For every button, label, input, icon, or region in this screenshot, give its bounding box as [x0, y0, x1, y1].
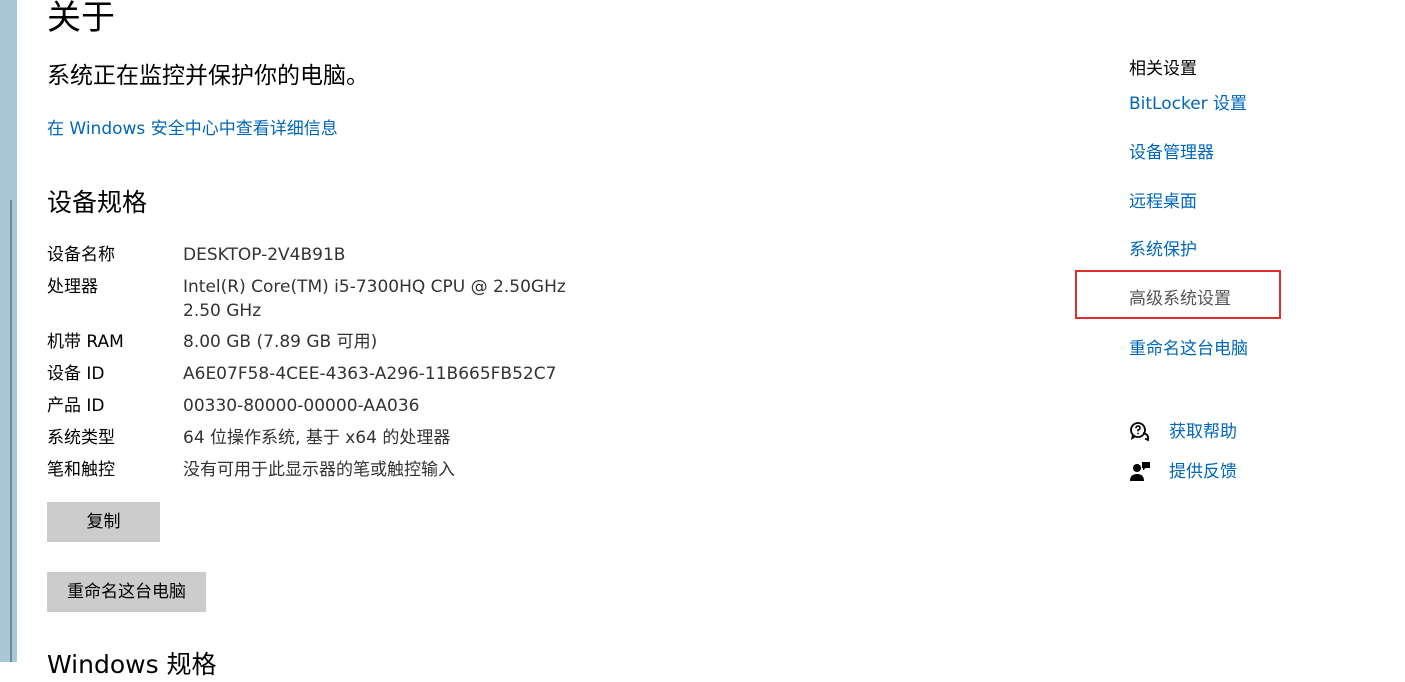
spec-label: 产品 ID: [47, 396, 105, 416]
related-settings-title: 相关设置: [1129, 59, 1197, 79]
spec-label: 系统类型: [47, 428, 115, 448]
person-feedback-icon: [1130, 462, 1150, 481]
system-protection-link[interactable]: 系统保护: [1129, 238, 1197, 262]
spec-value: A6E07F58-4CEE-4363-A296-11B665FB52C7: [183, 364, 557, 384]
scrollbar[interactable]: [10, 200, 12, 662]
spec-value: 64 位操作系统, 基于 x64 的处理器: [183, 428, 451, 448]
chat-help-icon: [1130, 422, 1150, 442]
spec-value: Intel(R) Core(TM) i5-7300HQ CPU @ 2.50GH…: [183, 277, 566, 321]
spec-value: 00330-80000-00000-AA036: [183, 396, 420, 416]
protection-status-text: 系统正在监控并保护你的电脑。: [47, 63, 369, 89]
related-settings-panel: 相关设置 BitLocker 设置 设备管理器 远程桌面 系统保护 高级系统设置…: [1129, 0, 1389, 662]
windows-specs-heading: Windows 规格: [47, 650, 217, 679]
bitlocker-settings-link[interactable]: BitLocker 设置: [1129, 92, 1247, 116]
device-specs-heading: 设备规格: [47, 188, 148, 217]
spec-label: 机带 RAM: [47, 332, 124, 352]
spec-label: 设备名称: [47, 245, 115, 265]
spec-value: 没有可用于此显示器的笔或触控输入: [183, 460, 455, 480]
page-title: 关于: [47, 0, 115, 38]
left-window-edge: [0, 0, 17, 662]
remote-desktop-link[interactable]: 远程桌面: [1129, 190, 1197, 214]
rename-pc-link[interactable]: 重命名这台电脑: [1129, 337, 1248, 361]
spec-value: 8.00 GB (7.89 GB 可用): [183, 332, 378, 352]
spec-label: 设备 ID: [47, 364, 105, 384]
feedback-link[interactable]: 提供反馈: [1169, 458, 1237, 486]
about-main-panel: 关于 系统正在监控并保护你的电脑。 在 Windows 安全中心中查看详细信息 …: [47, 0, 1047, 679]
get-help-link[interactable]: 获取帮助: [1169, 418, 1237, 446]
advanced-system-settings-link[interactable]: 高级系统设置: [1129, 287, 1231, 311]
spec-label: 处理器: [47, 277, 98, 297]
spec-label: 笔和触控: [47, 460, 115, 480]
spec-value: DESKTOP-2V4B91B: [183, 245, 346, 265]
device-manager-link[interactable]: 设备管理器: [1129, 141, 1214, 165]
copy-button[interactable]: 复制: [47, 502, 160, 542]
rename-pc-button[interactable]: 重命名这台电脑: [47, 572, 206, 612]
security-center-link[interactable]: 在 Windows 安全中心中查看详细信息: [47, 116, 338, 142]
